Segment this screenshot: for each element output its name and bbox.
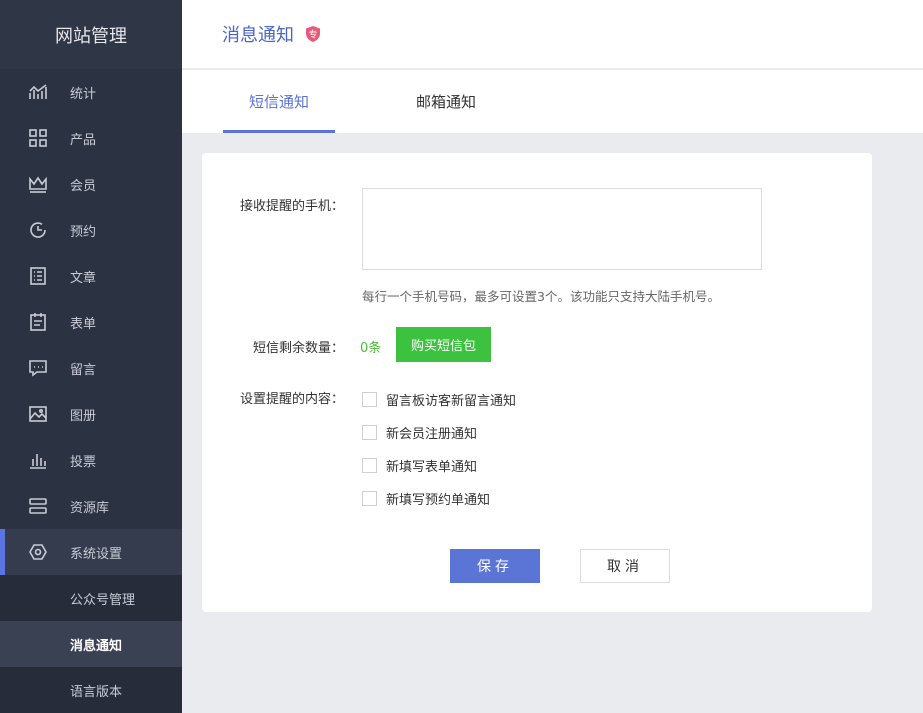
sms-remaining-label: 短信剩余数量：: [252, 341, 344, 356]
pro-badge-text: 专: [308, 29, 317, 41]
pro-badge-icon: 专: [304, 25, 322, 43]
sidebar-item-label: 表单: [70, 316, 97, 332]
message-icon: [28, 358, 48, 378]
sms-remaining-count: 0条: [360, 341, 382, 356]
storage-icon: [28, 496, 48, 516]
phone-label: 接收提醒的手机：: [239, 199, 344, 214]
checkbox-row-form[interactable]: 新填写表单通知: [362, 456, 477, 475]
sidebar-item-label: 系统设置: [70, 546, 123, 562]
sidebar-item-vote[interactable]: 投票: [0, 437, 182, 483]
sidebar-item-products[interactable]: 产品: [0, 115, 182, 161]
sidebar-item-system-settings[interactable]: 系统设置: [0, 529, 182, 575]
checkbox[interactable]: [362, 425, 377, 440]
checkbox-row-booking[interactable]: 新填写预约单通知: [362, 489, 490, 508]
phone-input[interactable]: [362, 188, 762, 270]
sidebar-item-label: 留言: [70, 362, 97, 378]
content-label: 设置提醒的内容：: [239, 392, 344, 407]
checkbox-row-member[interactable]: 新会员注册通知: [362, 423, 477, 442]
sidebar-subitem-notifications[interactable]: 消息通知: [0, 621, 182, 667]
phone-hint: 每行一个手机号码，最多可设置3个。该功能只支持大陆手机号。: [362, 289, 720, 304]
sidebar-item-stats[interactable]: 统计: [0, 69, 182, 115]
checkbox-row-guestbook[interactable]: 留言板访客新留言通知: [362, 390, 516, 409]
checkbox[interactable]: [362, 392, 377, 407]
tab-email[interactable]: 邮箱通知: [390, 70, 502, 133]
sidebar-item-label: 统计: [70, 86, 97, 102]
bar-chart-icon: [28, 450, 48, 470]
sidebar-item-label: 资源库: [70, 500, 110, 516]
clipboard-icon: [28, 312, 48, 332]
sidebar-item-label: 投票: [70, 454, 97, 470]
buy-sms-button[interactable]: 购买短信包: [396, 327, 491, 362]
chart-line-icon: [28, 82, 48, 102]
sidebar-subitem-label: 语言版本: [70, 684, 123, 700]
settings-card: 接收提醒的手机： 每行一个手机号码，最多可设置3个。该功能只支持大陆手机号。 短…: [202, 153, 872, 612]
sidebar-item-label: 文章: [70, 270, 97, 286]
clock-icon: [28, 220, 48, 240]
checkbox[interactable]: [362, 491, 377, 506]
list-document-icon: [28, 266, 48, 286]
sidebar-item-label: 产品: [70, 132, 97, 148]
sidebar-subitem-label: 消息通知: [70, 638, 123, 654]
sidebar-item-messages[interactable]: 留言: [0, 345, 182, 391]
crown-icon: [28, 174, 48, 194]
sidebar-item-booking[interactable]: 预约: [0, 207, 182, 253]
cancel-button[interactable]: 取消: [580, 549, 670, 583]
page-title: 消息通知: [222, 25, 294, 46]
sidebar: 网站管理 统计 产品 会员 预约 文章 表单 留言 图册 投票 资源库 系统设置…: [0, 0, 182, 713]
sidebar-item-label: 预约: [70, 224, 97, 240]
gear-icon: [28, 542, 48, 562]
save-button[interactable]: 保存: [450, 549, 540, 583]
tab-sms[interactable]: 短信通知: [223, 70, 335, 133]
checkbox-label: 新填写预约单通知: [386, 493, 491, 508]
grid-icon: [28, 128, 48, 148]
sidebar-item-members[interactable]: 会员: [0, 161, 182, 207]
checkbox[interactable]: [362, 458, 377, 473]
sidebar-item-label: 图册: [70, 408, 97, 424]
tab-bar: 短信通知 邮箱通知: [182, 70, 923, 133]
checkbox-label: 新会员注册通知: [386, 427, 478, 442]
sidebar-item-forms[interactable]: 表单: [0, 299, 182, 345]
sidebar-subitem-language[interactable]: 语言版本: [0, 667, 182, 713]
checkbox-label: 新填写表单通知: [386, 460, 478, 475]
sidebar-item-gallery[interactable]: 图册: [0, 391, 182, 437]
sidebar-item-articles[interactable]: 文章: [0, 253, 182, 299]
sidebar-title: 网站管理: [0, 0, 182, 69]
page-header: 消息通知 专: [182, 0, 923, 69]
sidebar-subitem-wechat[interactable]: 公众号管理: [0, 575, 182, 621]
checkbox-label: 留言板访客新留言通知: [386, 394, 517, 409]
image-icon: [28, 404, 48, 424]
sidebar-nav: 统计 产品 会员 预约 文章 表单 留言 图册 投票 资源库 系统设置 公众号管…: [0, 69, 182, 713]
sidebar-subitem-label: 公众号管理: [70, 592, 136, 608]
sidebar-item-resources[interactable]: 资源库: [0, 483, 182, 529]
sidebar-item-label: 会员: [70, 178, 97, 194]
